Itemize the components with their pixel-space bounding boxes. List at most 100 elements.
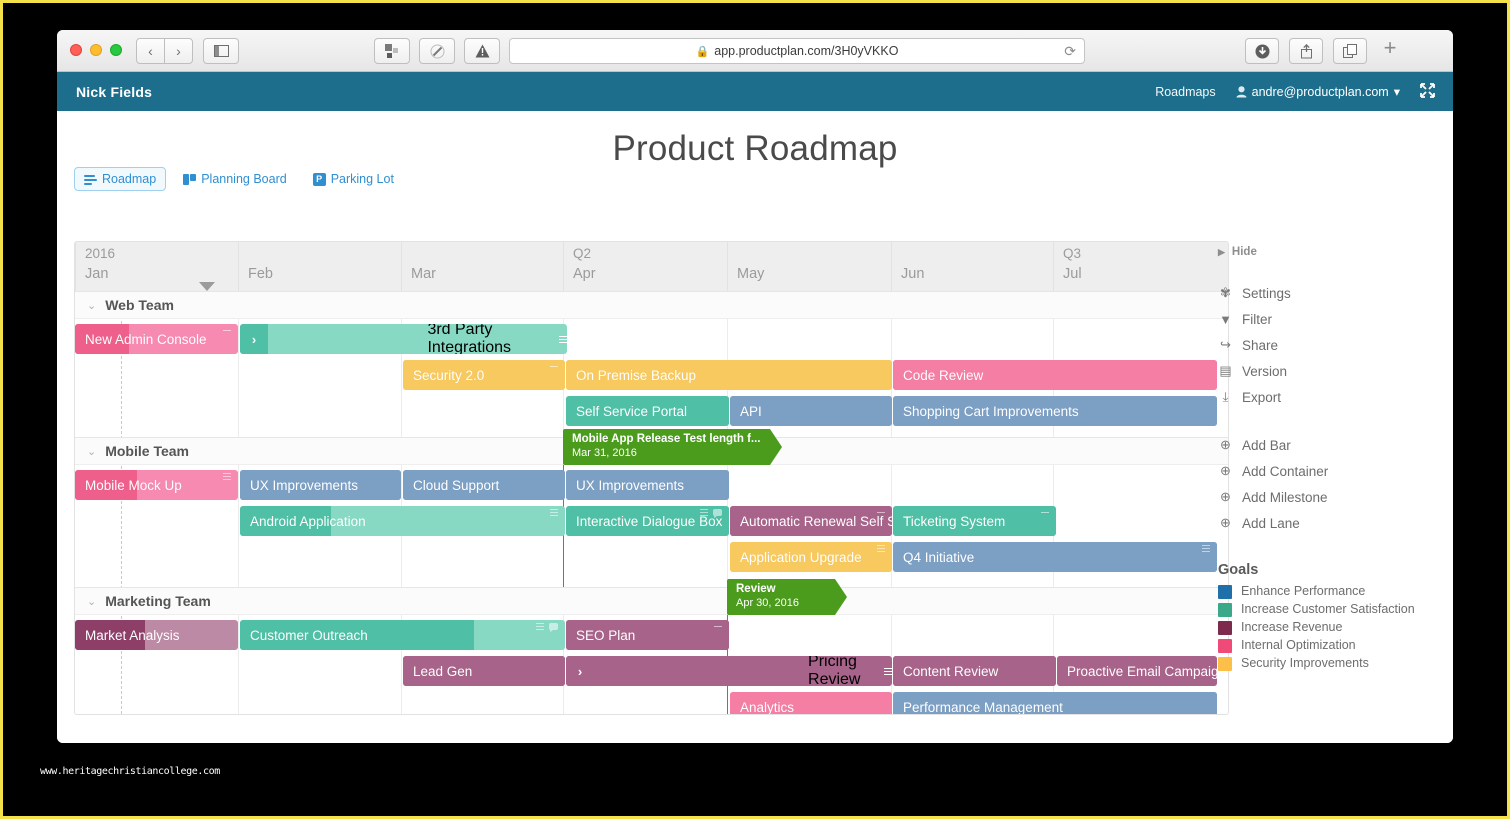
roadmap-bar[interactable]: Content Review bbox=[893, 656, 1056, 686]
roadmap-bar[interactable]: Code Review bbox=[893, 360, 1217, 390]
panel-action-export[interactable]: ⤓ Export bbox=[1218, 384, 1433, 410]
nav-roadmaps-link[interactable]: Roadmaps bbox=[1155, 85, 1215, 99]
comment-icon[interactable] bbox=[549, 623, 558, 632]
panel-add-add-lane[interactable]: ⊕ Add Lane bbox=[1218, 510, 1433, 536]
roadmap-bar[interactable]: Q4 Initiative bbox=[893, 542, 1217, 572]
reload-icon[interactable]: ⟳ bbox=[1064, 43, 1076, 60]
roadmap-bar[interactable]: › 3rd Party Integrations bbox=[240, 324, 567, 354]
bar-drag-handle[interactable] bbox=[559, 335, 567, 343]
panel-action-version[interactable]: ▤ Version bbox=[1218, 358, 1433, 384]
roadmap-bar[interactable]: Security 2.0 bbox=[403, 360, 565, 390]
goals-title: Goals bbox=[1218, 562, 1259, 578]
timeline-month-label: Mar bbox=[411, 266, 436, 282]
lanes-area: ⌄ Web Team New Admin Console › 3rd Party Int… bbox=[74, 291, 1229, 715]
roadmap-bar[interactable]: Android Application bbox=[240, 506, 565, 536]
panel-action-filter[interactable]: ▼ Filter bbox=[1218, 306, 1433, 332]
account-menu[interactable]: andre@productplan.com ▾ bbox=[1236, 84, 1400, 99]
roadmap-bar[interactable]: API bbox=[730, 396, 892, 426]
roadmap-bar[interactable]: Cloud Support bbox=[403, 470, 565, 500]
roadmap-bar[interactable]: Customer Outreach bbox=[240, 620, 565, 650]
panel-add-add-bar[interactable]: ⊕ Add Bar bbox=[1218, 432, 1433, 458]
milestone[interactable]: Review Apr 30, 2016 bbox=[727, 579, 847, 615]
tab-parking-lot[interactable]: P Parking Lot bbox=[304, 168, 403, 190]
window-close-button[interactable] bbox=[70, 44, 82, 56]
roadmap-bar[interactable]: Mobile Mock Up bbox=[75, 470, 238, 500]
bar-drag-handle[interactable] bbox=[877, 545, 885, 552]
comment-icon[interactable] bbox=[713, 509, 722, 518]
roadmap-bar[interactable]: New Admin Console bbox=[75, 324, 238, 354]
milestone[interactable]: Mobile App Release Test length f... Mar 3… bbox=[563, 429, 782, 465]
roadmap-bar[interactable]: Automatic Renewal Self Service bbox=[730, 506, 892, 536]
roadmap-bar[interactable]: Analytics bbox=[730, 692, 892, 714]
downloads-button[interactable] bbox=[1245, 38, 1279, 64]
bar-drag-handle[interactable] bbox=[877, 509, 885, 513]
milestone-date: Mar 31, 2016 bbox=[572, 447, 637, 459]
panel-item-label: Settings bbox=[1242, 285, 1291, 301]
bar-drag-handle[interactable] bbox=[550, 509, 558, 516]
roadmap-bar[interactable]: Interactive Dialogue Box bbox=[566, 506, 729, 536]
lane-header[interactable]: ⌄ Web Team bbox=[75, 291, 1228, 319]
roadmap-bar[interactable]: Shopping Cart Improvements bbox=[893, 396, 1217, 426]
window-minimize-button[interactable] bbox=[90, 44, 102, 56]
timeline-col-jul: Q3 Jul bbox=[1053, 242, 1228, 292]
address-bar[interactable]: 🔒 app.productplan.com/3H0yVKKO ⟳ bbox=[509, 38, 1085, 64]
window-maximize-button[interactable] bbox=[110, 44, 122, 56]
goal-legend-item[interactable]: Security Improvements bbox=[1218, 656, 1433, 671]
bar-drag-handle[interactable] bbox=[700, 509, 722, 518]
bar-drag-handle[interactable] bbox=[884, 667, 892, 675]
new-tab-button[interactable]: + bbox=[1373, 35, 1407, 61]
sidebar-toggle-button[interactable] bbox=[203, 38, 239, 64]
drag-dash-icon bbox=[223, 330, 231, 331]
roadmap-bar[interactable]: Performance Management bbox=[893, 692, 1217, 714]
warning-button[interactable] bbox=[464, 38, 500, 64]
chevron-down-icon[interactable]: ⌄ bbox=[87, 299, 96, 312]
tab-overview-button[interactable] bbox=[374, 38, 410, 64]
roadmap-bar[interactable]: › Pricing Review bbox=[566, 656, 892, 686]
bar-drag-handle[interactable] bbox=[550, 363, 558, 367]
panel-item-label: Add Milestone bbox=[1242, 489, 1328, 505]
bar-drag-handle[interactable] bbox=[714, 623, 722, 627]
share-button[interactable] bbox=[1289, 38, 1323, 64]
roadmap-bar[interactable]: Self Service Portal bbox=[566, 396, 729, 426]
tab-planning-board[interactable]: Planning Board bbox=[174, 168, 295, 190]
bar-drag-handle[interactable] bbox=[536, 623, 558, 632]
tab-roadmap[interactable]: Roadmap bbox=[74, 167, 167, 191]
show-tabs-button[interactable] bbox=[1333, 38, 1367, 64]
panel-action-settings[interactable]: ✾ Settings bbox=[1218, 280, 1433, 306]
chevron-down-icon[interactable]: ⌄ bbox=[87, 595, 96, 608]
panel-add-add-container[interactable]: ⊕ Add Container bbox=[1218, 458, 1433, 484]
roadmap-lines-icon bbox=[84, 173, 97, 186]
container-expand-button[interactable]: › bbox=[566, 656, 594, 686]
roadmap-bar[interactable]: UX Improvements bbox=[240, 470, 401, 500]
back-button[interactable]: ‹ bbox=[136, 38, 165, 64]
roadmap-bar[interactable]: On Premise Backup bbox=[566, 360, 892, 390]
container-expand-button[interactable]: › bbox=[240, 324, 268, 354]
roadmap-bar[interactable]: Ticketing System bbox=[893, 506, 1056, 536]
roadmap-bar[interactable]: Proactive Email Campaign bbox=[1057, 656, 1217, 686]
chevron-down-icon[interactable]: ⌄ bbox=[87, 445, 96, 458]
bar-drag-handle[interactable] bbox=[1041, 509, 1049, 513]
forward-button[interactable]: › bbox=[164, 38, 193, 64]
reader-mode-button[interactable] bbox=[419, 38, 455, 64]
goal-label: Security Improvements bbox=[1241, 656, 1369, 670]
goal-legend-item[interactable]: Internal Optimization bbox=[1218, 638, 1433, 653]
lane-header[interactable]: ⌄ Marketing Team bbox=[75, 587, 1228, 615]
panel-action-share[interactable]: ↪ Share bbox=[1218, 332, 1433, 358]
roadmap-bar[interactable]: UX Improvements bbox=[566, 470, 729, 500]
bar-drag-handle[interactable] bbox=[223, 473, 231, 480]
hide-panel-button[interactable]: ▶ Hide bbox=[1218, 246, 1433, 258]
timeline-quarter-label: Q2 bbox=[573, 246, 592, 261]
goal-legend-item[interactable]: Increase Customer Satisfaction bbox=[1218, 602, 1433, 617]
goal-legend-item[interactable]: Increase Revenue bbox=[1218, 620, 1433, 635]
bar-label: New Admin Console bbox=[85, 331, 207, 347]
roadmap-bar[interactable]: Market Analysis bbox=[75, 620, 238, 650]
url-text: app.productplan.com/3H0yVKKO bbox=[714, 44, 899, 58]
bar-drag-handle[interactable] bbox=[223, 327, 231, 331]
roadmap-bar[interactable]: Application Upgrade bbox=[730, 542, 892, 572]
expand-icon[interactable] bbox=[1420, 82, 1435, 101]
bar-drag-handle[interactable] bbox=[1202, 545, 1210, 552]
roadmap-bar[interactable]: Lead Gen bbox=[403, 656, 565, 686]
goal-legend-item[interactable]: Enhance Performance bbox=[1218, 584, 1433, 599]
roadmap-bar[interactable]: SEO Plan bbox=[566, 620, 729, 650]
panel-add-add-milestone[interactable]: ⊕ Add Milestone bbox=[1218, 484, 1433, 510]
